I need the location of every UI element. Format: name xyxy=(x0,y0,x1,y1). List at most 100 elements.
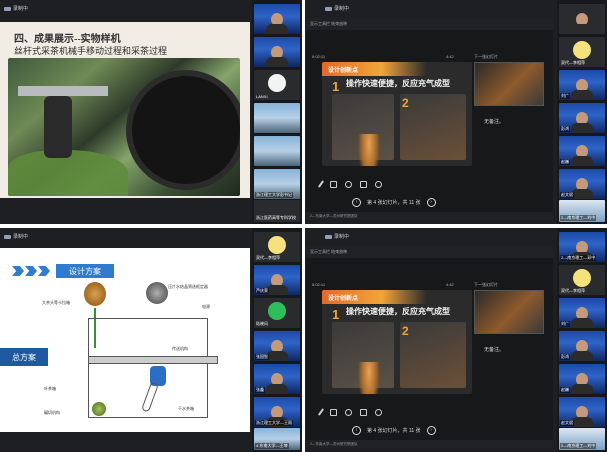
slide-header: 设计创新点 xyxy=(328,68,359,74)
shared-slide: 四、成果展示--实物样机 丝杆式采茶机械手移动过程和采茶过程 xyxy=(0,22,250,198)
zoom-icon[interactable] xyxy=(345,408,352,416)
slide-header: 设计创新点 xyxy=(328,296,359,302)
participant-name: 赵巍 xyxy=(560,387,570,393)
prev-slide-icon[interactable]: ‹ xyxy=(352,198,361,207)
current-slide: 设计创新点 1 操作快速便捷，反应充气成型 2 xyxy=(322,290,472,394)
avatar xyxy=(573,41,591,59)
participant-name: 赵文斌 xyxy=(560,420,574,426)
participant-tile[interactable]: 2—南京理工—邓中 xyxy=(559,232,605,262)
participant-name: 赵巍 xyxy=(560,159,570,165)
participant-tile[interactable]: 2—南京理工—刘中 xyxy=(559,200,605,222)
screen-icon[interactable] xyxy=(360,180,367,188)
participant-tile[interactable]: 4-东南大学—王坤 xyxy=(254,428,300,450)
point-number: 2 xyxy=(402,96,409,110)
diagram-label: 大茶头等卡拉箱 xyxy=(42,300,70,305)
participant-tile[interactable]: 刘广 xyxy=(559,70,605,100)
participant-tile[interactable] xyxy=(254,37,300,67)
participant-name: 双代—李相萍 xyxy=(561,288,585,293)
recording-indicator: 录制中 xyxy=(4,5,28,12)
recording-label: 录制中 xyxy=(13,6,29,12)
participant-tile[interactable]: 2—南京理工—刘中 xyxy=(559,428,605,450)
diagram-label: 碾切机构 xyxy=(44,410,60,415)
more-icon[interactable] xyxy=(375,180,382,188)
participant-name: 4-东南大学—王坤 xyxy=(255,443,289,449)
cutting-wheel xyxy=(126,70,240,190)
participant-name: 刘广 xyxy=(560,321,570,327)
meeting-panel-top-right: 录制中 显示工具栏 结束放映 0:02:11 4:42 下一张幻灯片 设计创新点… xyxy=(305,0,607,224)
participant-sidebar[interactable]: LANXI 浙江理工大学彭书记 浙江医药高等专科学校 xyxy=(252,0,302,224)
timer: 4:42 xyxy=(446,282,454,287)
timer: 4:42 xyxy=(446,54,454,59)
leaf-image xyxy=(92,402,106,416)
point-number: 2 xyxy=(402,324,409,338)
speaker-notes: 无备注。 xyxy=(484,119,505,125)
robot-arm-rail xyxy=(18,86,108,96)
participant-sidebar[interactable]: 双代—李相萍 刘广 彭鸿 赵巍 赵文斌 2—南京理工—刘中 xyxy=(557,0,607,224)
participant-tile[interactable] xyxy=(254,136,300,166)
participant-tile[interactable]: 陆晓风 xyxy=(254,298,300,328)
participant-sidebar[interactable]: 2—南京理工—邓中 双代—李相萍 刘广 彭鸿 赵巍 赵文斌 2—南京理工—刘中 xyxy=(557,228,607,452)
presenter-toolbar[interactable]: 显示工具栏 结束放映 xyxy=(306,18,553,30)
participant-name: 双代—李相萍 xyxy=(561,60,585,65)
participant-tile[interactable]: 浙江理工大学彭书记 xyxy=(254,169,300,199)
pen-icon[interactable] xyxy=(317,408,325,416)
participant-tile[interactable]: 刘广 xyxy=(559,298,605,328)
next-slide-preview[interactable] xyxy=(474,62,544,106)
current-slide: 设计创新点 1 操作快速便捷，反应充气成型 2 xyxy=(322,62,472,166)
participant-name: 浙江理工大学彭书记 xyxy=(255,192,293,198)
screen-icon[interactable] xyxy=(360,408,367,416)
all-slides-icon[interactable] xyxy=(330,408,337,416)
meeting-icon xyxy=(4,234,11,239)
participant-tile[interactable] xyxy=(559,4,605,34)
participant-tile[interactable]: 彭鸿 xyxy=(559,331,605,361)
presenter-tools xyxy=(317,408,382,416)
participant-tile[interactable]: 双代—李相萍 xyxy=(559,37,605,67)
participant-name: 2—南京理工—刘中 xyxy=(560,443,597,449)
participant-tile[interactable]: 赵巍 xyxy=(559,364,605,394)
participant-tile[interactable]: 赵巍 xyxy=(559,136,605,166)
part-image xyxy=(146,282,168,304)
participant-name: 浙江理工大学—王雨 xyxy=(255,420,293,426)
participant-tile[interactable]: 浙江理工大学—王雨 xyxy=(254,397,300,427)
participant-name: 2—南京理工—刘中 xyxy=(560,215,597,221)
participant-tile[interactable]: 张鑫 xyxy=(254,364,300,394)
prev-slide-icon[interactable]: ‹ xyxy=(352,426,361,435)
slide-counter: 第 4 张幻灯片，共 11 张 xyxy=(367,200,421,206)
slide-title: 四、成果展示--实物样机 xyxy=(14,34,121,45)
participant-name: 赵文斌 xyxy=(560,192,574,198)
next-slide-preview[interactable] xyxy=(474,290,544,334)
participant-name: LANXI xyxy=(256,94,268,99)
section-label: 总方案 xyxy=(0,348,48,366)
participant-sidebar[interactable]: 双代—李相萍 芦庆荣 陆晓风 张国智 张鑫 浙江理工大学—王雨 4-东南大学—王… xyxy=(252,228,302,452)
participant-tile[interactable]: 芦庆荣 xyxy=(254,265,300,295)
avatar xyxy=(268,74,286,92)
zoom-icon[interactable] xyxy=(345,180,352,188)
participant-tile[interactable]: 浙江医药高等专科学校 xyxy=(254,200,300,222)
next-slide-label: 下一张幻灯片 xyxy=(474,54,498,59)
participant-tile[interactable]: 彭鸿 xyxy=(559,103,605,133)
pen-icon[interactable] xyxy=(317,180,325,188)
next-slide-icon[interactable]: › xyxy=(426,426,436,435)
participant-tile[interactable]: 张国智 xyxy=(254,331,300,361)
slide-heading: 操作快速便捷，反应充气成型 xyxy=(346,79,450,88)
figure-person xyxy=(332,94,394,166)
participant-tile[interactable]: 双代—李相萍 xyxy=(559,265,605,295)
all-slides-icon[interactable] xyxy=(330,180,337,188)
next-slide-icon[interactable]: › xyxy=(426,198,436,207)
meeting-panel-top-left: 录制中 四、成果展示--实物样机 丝杆式采茶机械手移动过程和采茶过程 LANXI… xyxy=(0,0,302,224)
participant-tile[interactable]: 赵文斌 xyxy=(559,397,605,427)
participant-tile[interactable]: 赵文斌 xyxy=(559,169,605,199)
avatar xyxy=(573,269,591,287)
participant-tile[interactable]: 双代—李相萍 xyxy=(254,232,300,262)
presenter-view: 显示工具栏 结束放映 0:02:11 4:42 下一张幻灯片 设计创新点 1 操… xyxy=(306,246,553,448)
recording-label: 录制中 xyxy=(334,6,350,12)
more-icon[interactable] xyxy=(375,408,382,416)
participant-tile[interactable] xyxy=(254,4,300,34)
recording-indicator: 录制中 xyxy=(325,233,349,240)
participant-tile[interactable]: LANXI xyxy=(254,70,300,100)
diagram-label: 干水茶箱 xyxy=(178,406,194,411)
tea-image xyxy=(84,282,106,306)
participant-tile[interactable] xyxy=(254,103,300,133)
presenter-toolbar[interactable]: 显示工具栏 结束放映 xyxy=(306,246,553,258)
participant-name: 彭鸿 xyxy=(560,126,570,132)
